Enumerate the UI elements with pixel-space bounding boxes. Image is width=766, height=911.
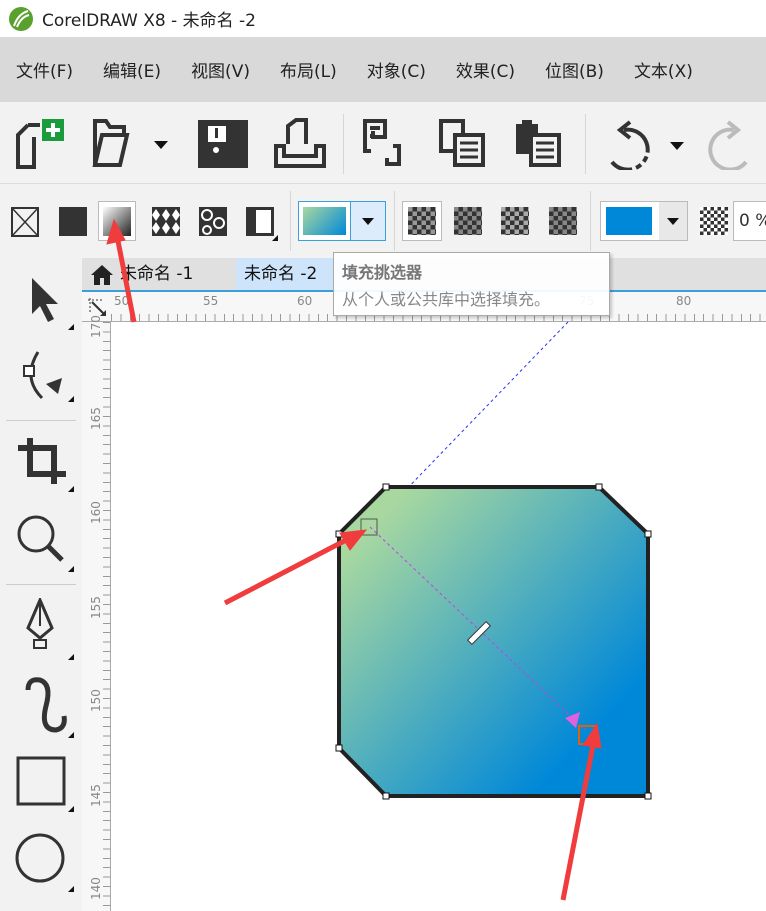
menu-effects[interactable]: 效果(C) xyxy=(456,57,515,82)
no-fill-icon[interactable] xyxy=(11,207,41,237)
vertical-ruler[interactable] xyxy=(82,322,111,911)
menu-view[interactable]: 视图(V) xyxy=(191,57,250,82)
new-document-icon[interactable] xyxy=(14,117,68,169)
separator xyxy=(6,584,76,585)
ruler-origin-icon[interactable] xyxy=(86,296,108,318)
transparency-uniform-icon[interactable] xyxy=(454,207,482,235)
pick-tool-icon[interactable] xyxy=(28,276,78,336)
transparency-fountain-icon[interactable] xyxy=(501,207,529,235)
separator xyxy=(590,191,591,251)
crop-tool-icon[interactable] xyxy=(16,434,78,496)
chevron-down-icon xyxy=(362,218,374,225)
transparency-none-button[interactable] xyxy=(402,201,442,241)
fill-color-dropdown[interactable] xyxy=(600,201,688,241)
menu-file[interactable]: 文件(F) xyxy=(16,57,73,82)
menu-bar: 文件(F) 编辑(E) 视图(V) 布局(L) 对象(C) 效果(C) 位图(B… xyxy=(0,37,766,102)
transparency-icon xyxy=(700,207,728,235)
export-icon[interactable] xyxy=(438,118,490,170)
ruler-label: 60 xyxy=(297,294,313,308)
transparency-pattern-icon[interactable] xyxy=(549,207,577,235)
paste-icon[interactable] xyxy=(514,118,566,170)
ruler-ticks xyxy=(103,322,110,911)
texture-fill-icon[interactable] xyxy=(199,207,229,237)
transparency-input[interactable]: 0 % xyxy=(733,201,766,241)
checker-icon xyxy=(408,207,436,235)
fountain-fill-button[interactable] xyxy=(98,201,136,241)
separator xyxy=(585,114,586,174)
chevron-down-icon xyxy=(667,218,679,225)
postscript-fill-icon[interactable] xyxy=(246,207,278,241)
pen-tool-icon[interactable] xyxy=(22,598,78,664)
pattern-fill-icon[interactable] xyxy=(152,207,182,237)
home-icon[interactable] xyxy=(90,264,114,286)
tooltip-description: 从个人或公共库中选择填充。 xyxy=(342,290,551,309)
fountain-fill-icon xyxy=(103,207,131,236)
ruler-label: 55 xyxy=(203,294,219,308)
open-icon[interactable] xyxy=(92,117,176,169)
undo-icon[interactable] xyxy=(600,118,690,170)
coreldraw-logo xyxy=(9,6,33,31)
save-icon[interactable] xyxy=(198,120,250,170)
fill-preview-swatch xyxy=(299,202,351,240)
ruler-label: 80 xyxy=(676,294,692,308)
zoom-tool-icon[interactable] xyxy=(16,514,78,576)
ellipse-tool-icon[interactable] xyxy=(14,832,78,896)
separator xyxy=(6,420,76,421)
ruler-label: 50 xyxy=(114,294,130,308)
separator xyxy=(290,191,291,251)
tooltip-title: 填充挑选器 xyxy=(342,263,423,282)
rectangle-tool-icon[interactable] xyxy=(16,756,78,818)
menu-edit[interactable]: 编辑(E) xyxy=(103,57,161,82)
print-icon[interactable] xyxy=(274,118,328,170)
uniform-fill-icon[interactable] xyxy=(59,207,87,236)
menu-layout[interactable]: 布局(L) xyxy=(280,57,337,82)
window-title: CorelDRAW X8 - 未命名 -2 xyxy=(42,11,256,31)
separator xyxy=(343,114,344,174)
fill-picker-tooltip: 填充挑选器 从个人或公共库中选择填充。 xyxy=(333,252,610,316)
import-icon[interactable] xyxy=(360,118,412,170)
fill-picker-dropdown[interactable] xyxy=(298,201,386,241)
standard-toolbar xyxy=(0,102,766,184)
menu-text[interactable]: 文本(X) xyxy=(634,57,693,82)
menu-object[interactable]: 对象(C) xyxy=(367,57,426,82)
redo-icon[interactable] xyxy=(706,118,760,170)
property-bar: 0 % xyxy=(0,185,766,257)
title-bar: CorelDRAW X8 - 未命名 -2 xyxy=(0,0,766,37)
shape-tool-icon[interactable] xyxy=(18,348,78,408)
fill-color-swatch xyxy=(606,207,652,235)
drawing-canvas[interactable] xyxy=(111,322,766,911)
menu-bitmaps[interactable]: 位图(B) xyxy=(545,57,604,82)
artistic-media-tool-icon[interactable] xyxy=(16,676,78,742)
tab-document-1[interactable]: 未命名 -1 xyxy=(112,258,232,290)
toolbox xyxy=(0,258,82,911)
separator xyxy=(394,191,395,251)
